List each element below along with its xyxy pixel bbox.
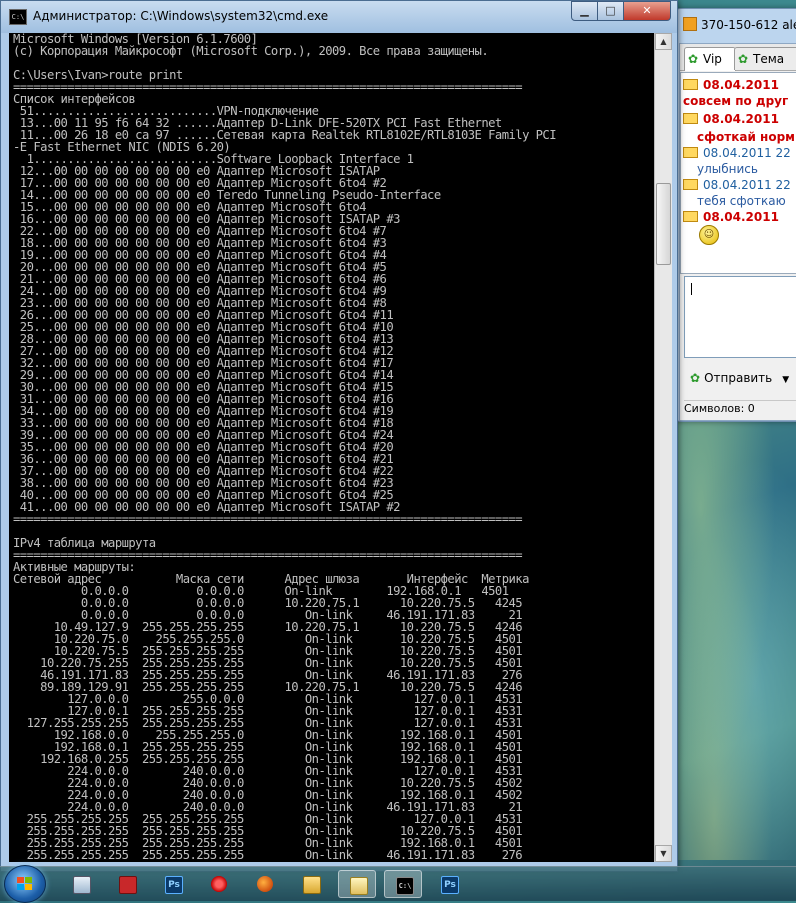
chat-window[interactable]: 370-150-612 alex ✿Vip ✿Тема 08.04.2011 с… <box>674 8 796 422</box>
message-input[interactable] <box>684 276 796 358</box>
cmd-window[interactable]: C:\ Администратор: C:\Windows\system32\c… <box>0 0 678 872</box>
message-header: 08.04.2011 22 <box>683 177 796 193</box>
maximize-button[interactable]: □ <box>597 1 624 21</box>
tab-tema[interactable]: ✿ Тема <box>734 47 796 70</box>
chat-title-text: 370-150-612 alex <box>701 18 796 32</box>
desktop-wallpaper <box>660 420 796 860</box>
cmd-icon: C:\ <box>396 877 414 895</box>
clover-icon: ✿ <box>688 52 699 66</box>
taskbar-firefox[interactable] <box>246 870 284 898</box>
message-header: 08.04.2011 <box>683 111 796 127</box>
cmd-icon[interactable]: C:\ <box>9 9 27 25</box>
message-text: тебя сфоткаю <box>697 194 786 208</box>
messenger-icon <box>350 877 368 895</box>
windows-logo-icon <box>17 877 33 891</box>
envelope-icon <box>683 79 698 90</box>
message-header: 08.04.2011 22 <box>683 145 796 161</box>
close-button[interactable]: ✕ <box>623 1 671 21</box>
calculator-icon <box>73 876 91 894</box>
firefox-icon <box>257 876 273 892</box>
chat-window-title[interactable]: 370-150-612 alex <box>683 17 796 33</box>
chat-app-icon <box>683 17 697 31</box>
envelope-icon <box>683 179 698 190</box>
taskbar-opera[interactable] <box>200 870 238 898</box>
taskbar-cmd[interactable]: C:\ <box>384 870 422 898</box>
message-header: 08.04.2011 <box>683 209 796 225</box>
taskbar-photoshop-2[interactable]: Ps <box>430 870 468 898</box>
taskbar-app-red[interactable] <box>108 870 146 898</box>
scroll-up-button[interactable]: ▲ <box>655 33 672 50</box>
minimize-button[interactable]: ▁ <box>571 1 598 21</box>
envelope-icon <box>683 113 698 124</box>
chat-tabs: ✿ Vip ✿ Тема <box>680 44 796 71</box>
taskbar: Ps C:\ Ps <box>0 865 796 903</box>
message-text: улыбнись <box>697 162 758 176</box>
opera-icon <box>211 876 227 892</box>
char-counter: Символов: 0 <box>684 400 796 417</box>
cmd-titlebar[interactable]: C:\ Администратор: C:\Windows\system32\c… <box>1 1 677 33</box>
smiley-icon: ☺ <box>699 225 719 245</box>
folder-icon <box>303 876 321 894</box>
app-red-icon <box>119 876 137 894</box>
message-header: 08.04.2011 <box>683 77 796 93</box>
scroll-thumb[interactable] <box>656 183 671 265</box>
scroll-down-button[interactable]: ▼ <box>655 845 672 862</box>
clover-icon: ✿ <box>690 371 701 385</box>
taskbar-explorer[interactable] <box>292 870 330 898</box>
chat-panel: ✿ Vip ✿ Тема 08.04.2011 совсем по друг 08.… <box>679 43 796 421</box>
envelope-icon <box>683 211 698 222</box>
message-history[interactable]: 08.04.2011 совсем по друг 08.04.2011 сфо… <box>680 72 796 274</box>
taskbar-messenger[interactable] <box>338 870 376 898</box>
photoshop-icon: Ps <box>165 876 183 894</box>
taskbar-photoshop[interactable]: Ps <box>154 870 192 898</box>
photoshop-icon: Ps <box>441 876 459 894</box>
cmd-title: Администратор: C:\Windows\system32\cmd.e… <box>33 9 329 23</box>
tab-vip[interactable]: ✿ Vip <box>684 47 736 71</box>
console-scrollbar[interactable]: ▲ ▼ <box>654 33 672 862</box>
text-caret <box>691 283 692 295</box>
message-text: сфоткай норм) <box>697 130 796 144</box>
envelope-icon <box>683 147 698 158</box>
console-text: Microsoft Windows [Version 6.1.7600] (c)… <box>13 33 557 862</box>
start-button[interactable] <box>4 865 46 903</box>
clover-icon: ✿ <box>738 52 749 66</box>
send-button[interactable]: ✿ Отправить ▼ <box>690 366 796 390</box>
taskbar-calculator[interactable] <box>62 870 100 898</box>
message-text: совсем по друг <box>683 94 789 108</box>
dropdown-arrow-icon[interactable]: ▼ <box>782 375 789 385</box>
console-output[interactable]: Microsoft Windows [Version 6.1.7600] (c)… <box>9 33 654 862</box>
